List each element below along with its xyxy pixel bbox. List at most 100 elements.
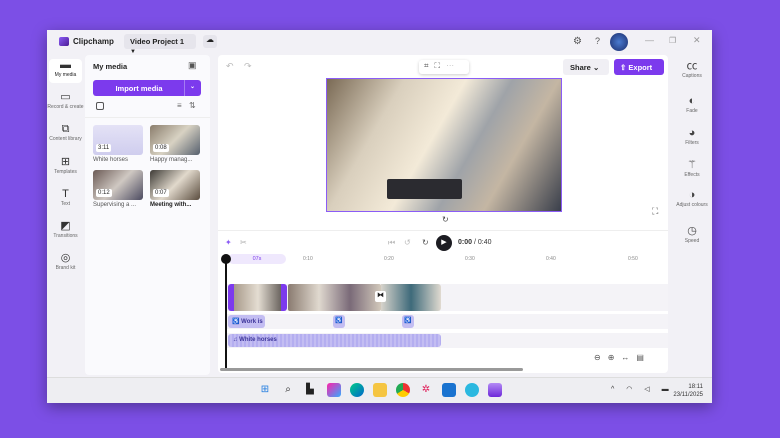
zoom-out-icon[interactable]: ⊖ [594,353,608,362]
file-explorer-icon[interactable] [373,383,387,397]
fit-icon[interactable]: ⛶ [435,61,447,70]
filters-button[interactable]: ◕ Filters [672,127,712,146]
windows-start-icon[interactable]: ⊞ [258,383,272,397]
upload-icon: ⇧ [620,63,627,72]
transition-icon[interactable]: ⧓ [375,291,386,302]
sort-icon[interactable]: ⇅ [189,101,196,110]
media-thumbnail[interactable]: 0:08 [150,125,200,155]
playhead-handle[interactable] [221,254,231,264]
chevron-down-icon[interactable]: ⌄ [190,83,195,90]
share-button[interactable]: Share ⌄ [563,59,609,75]
video-preview[interactable] [326,78,562,212]
nav-record-create[interactable]: ▭ Record & create [47,91,84,110]
library-icon: ⧉ [61,123,70,135]
preview-toolbar: ⌗⛶⋯ [419,60,469,74]
project-name-dropdown[interactable]: Video Project 1 ▼ [124,34,196,55]
nav-my-media[interactable]: ▬ My media [49,59,82,83]
effects-wand-icon: ⚚ [687,159,697,171]
nav-label: My media [54,72,77,78]
voiceover-clip[interactable]: ♿ [402,315,414,328]
minimize-button[interactable]: — [645,35,654,45]
ruler-tick: 0:40 [546,256,556,262]
settings-gear-icon[interactable]: ⚙ [573,36,582,47]
rewind-5-icon[interactable]: ↺ [404,238,411,247]
media-thumbnail[interactable]: 0:12 [93,170,143,200]
playhead[interactable] [225,258,227,368]
canva-icon[interactable] [465,383,479,397]
chrome-icon[interactable] [396,383,410,397]
nav-templates[interactable]: ⊞ Templates [47,156,84,175]
slack-icon[interactable]: ✲ [419,383,433,397]
nav-label: Brand kit [55,265,76,271]
panel-label: Speed [684,238,700,244]
fade-button[interactable]: ◐ Fade [672,95,712,114]
speed-gauge-icon: ◷ [687,225,697,237]
export-button[interactable]: ⇧ Export [614,59,664,75]
timeline-scrollbar[interactable] [220,368,523,371]
nav-brand-kit[interactable]: ◎ Brand kit [47,252,84,271]
select-all-checkbox[interactable] [96,102,104,110]
taskbar: ⊞ ⌕ ▙ ✲ ^ ◠ ◁ ▬ 18:11 23/11/2025 [47,377,712,403]
voiceover-clip[interactable]: ♿ Work is [228,315,265,328]
adjust-colours-icon: ◑ [688,189,696,201]
search-icon[interactable]: ⌕ [281,383,295,397]
outlook-icon[interactable] [442,383,456,397]
video-clip-selected[interactable] [228,284,287,311]
captions-track-icon[interactable]: ▤ [636,353,651,362]
timeline-ruler[interactable]: 0:10 0:20 0:30 0:40 0:50 [218,256,668,264]
ai-sparkle-icon[interactable]: ✦ [225,238,232,247]
task-view-icon[interactable]: ▙ [303,383,317,397]
fade-icon: ◐ [688,95,696,107]
clock[interactable]: 18:11 23/11/2025 [667,383,703,399]
filters-icon: ◕ [688,127,696,139]
speed-button[interactable]: ◷ Speed [672,225,712,244]
fit-timeline-icon[interactable]: ↔ [621,353,636,362]
import-media-button[interactable]: Import media ⌄ [93,80,201,96]
voiceover-clip[interactable]: ♿ [333,315,345,328]
captions-icon: ㏄ [686,60,698,72]
media-thumbnail[interactable]: 0:07 [150,170,200,200]
media-thumbnail[interactable]: 3:11 [93,125,143,155]
nav-transitions[interactable]: ◩ Transitions [47,220,84,239]
skip-back-icon[interactable]: ⏮ [388,238,395,248]
close-button[interactable]: ✕ [693,35,701,46]
media-panel: My media ▣ Import media ⌄ ≡ ⇅ 3:11 White… [85,55,210,375]
system-tray[interactable]: ^ ◠ ◁ ▬ [611,385,674,393]
nav-label: Record & create [47,104,84,110]
media-panel-title: My media [93,62,128,71]
help-icon[interactable]: ? [595,36,600,46]
filter-icon[interactable]: ≡ [177,101,182,110]
more-icon[interactable]: ⋯ [446,61,460,70]
nav-text[interactable]: T Text [47,188,84,207]
redo-icon[interactable]: ↷ [244,61,252,72]
media-item-name: White horses [93,157,129,163]
total-time: / 0:40 [473,239,492,246]
undo-icon[interactable]: ↶ [226,61,234,72]
play-button[interactable]: ▶ [436,235,452,251]
effects-button[interactable]: ⚚ Effects [672,159,712,178]
video-clip[interactable] [288,284,381,311]
avatar[interactable] [610,33,628,51]
copilot-icon[interactable] [327,383,341,397]
edge-icon[interactable] [350,383,364,397]
voice-track [227,314,668,329]
audio-clip[interactable]: ♫ White horses [228,334,441,347]
forward-5-icon[interactable]: ↻ [422,238,429,247]
split-scissors-icon[interactable]: ✂ [240,238,247,247]
video-clip[interactable] [381,284,441,311]
adjust-colours-button[interactable]: ◑ Adjust colours [672,189,712,208]
text-icon: T [62,188,69,200]
duration-badge: 3:11 [96,144,112,152]
date: 23/11/2025 [673,392,703,398]
cloud-sync-icon[interactable]: ☁ [203,35,217,48]
nav-content-library[interactable]: ⧉ Content library [47,123,84,142]
media-preview-icon[interactable]: ▣ [188,60,197,71]
crop-icon[interactable]: ⌗ [424,61,435,70]
restore-button[interactable]: ❐ [669,36,676,45]
clipchamp-taskbar-icon[interactable] [488,383,502,397]
rotate-icon[interactable]: ↻ [442,215,449,224]
ruler-tick: 0:50 [628,256,638,262]
fullscreen-icon[interactable]: ⛶ [652,206,658,217]
zoom-in-icon[interactable]: ⊕ [608,353,622,362]
captions-button[interactable]: ㏄ Captions [672,60,712,79]
